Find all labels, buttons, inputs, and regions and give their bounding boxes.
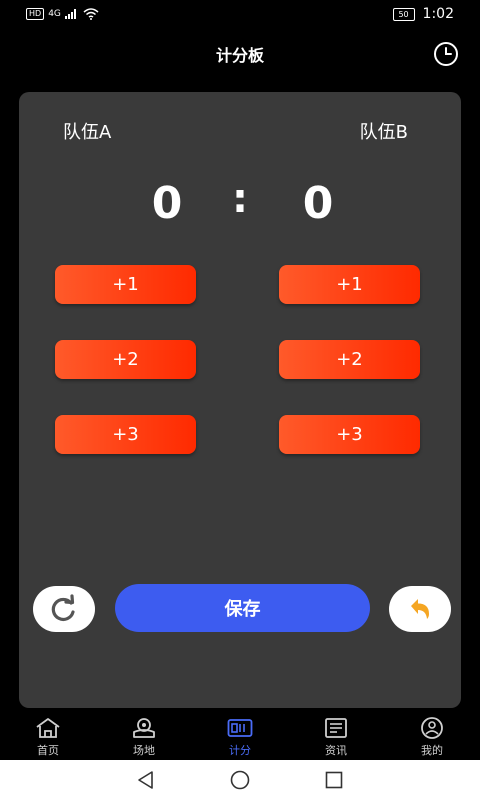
- venue-icon: [133, 718, 155, 738]
- status-time: 1:02: [422, 6, 454, 22]
- team-b-name[interactable]: 队伍B: [360, 118, 408, 144]
- nav-label-venue: 场地: [133, 744, 155, 757]
- status-bar: HD 4G 50 1:02: [0, 0, 480, 28]
- team-a-score: 0: [151, 178, 183, 229]
- wifi-icon: [83, 8, 99, 20]
- nav-item-scoreboard[interactable]: 计分: [192, 712, 288, 760]
- nav-label-home: 首页: [37, 744, 59, 757]
- save-button[interactable]: 保存: [115, 584, 370, 632]
- header: 计分板: [0, 32, 480, 76]
- nav-item-home[interactable]: 首页: [0, 712, 96, 760]
- recent-apps-icon[interactable]: [323, 769, 345, 791]
- bottom-nav: 首页 场地 计分 资讯 我的: [0, 712, 480, 760]
- status-right: 50 1:02: [392, 6, 454, 22]
- nav-item-profile[interactable]: 我的: [384, 712, 480, 760]
- refresh-icon: [51, 594, 75, 622]
- team-a-plus1-button[interactable]: +1: [55, 265, 196, 304]
- news-icon: [325, 718, 347, 738]
- team-a-name[interactable]: 队伍A: [63, 118, 111, 144]
- team-a-plus3-button[interactable]: +3: [55, 415, 196, 454]
- nav-label-news: 资讯: [325, 744, 347, 757]
- team-b-score: 0: [302, 178, 334, 229]
- home-icon: [36, 718, 60, 738]
- status-left: HD 4G: [26, 8, 99, 20]
- signal-icon: [64, 9, 76, 19]
- team-b-plus3-button[interactable]: +3: [279, 415, 420, 454]
- back-icon[interactable]: [135, 769, 157, 791]
- system-nav-bar: [0, 760, 480, 800]
- profile-icon: [421, 717, 443, 739]
- nav-item-news[interactable]: 资讯: [288, 712, 384, 760]
- page-title: 计分板: [215, 46, 264, 65]
- nav-label-profile: 我的: [421, 744, 443, 757]
- reset-button[interactable]: [33, 586, 95, 632]
- undo-button[interactable]: [389, 586, 451, 632]
- history-button[interactable]: [432, 40, 460, 68]
- team-b-plus2-button[interactable]: +2: [279, 340, 420, 379]
- nav-item-venue[interactable]: 场地: [96, 712, 192, 760]
- scoreboard-card: 队伍A 队伍B 0 : 0 +1 +1 +2 +2 +3 +3 保存: [19, 92, 461, 708]
- nav-label-scoreboard: 计分: [229, 744, 251, 757]
- scoreboard-icon: [227, 719, 253, 737]
- clock-icon: [434, 42, 458, 66]
- home-circle-icon[interactable]: [229, 769, 251, 791]
- score-separator: :: [232, 176, 248, 222]
- battery-icon: 50: [392, 7, 415, 21]
- team-a-plus2-button[interactable]: +2: [55, 340, 196, 379]
- team-b-plus1-button[interactable]: +1: [279, 265, 420, 304]
- network-type: 4G: [48, 9, 61, 19]
- undo-icon: [411, 599, 429, 619]
- hd-badge: HD: [26, 8, 45, 20]
